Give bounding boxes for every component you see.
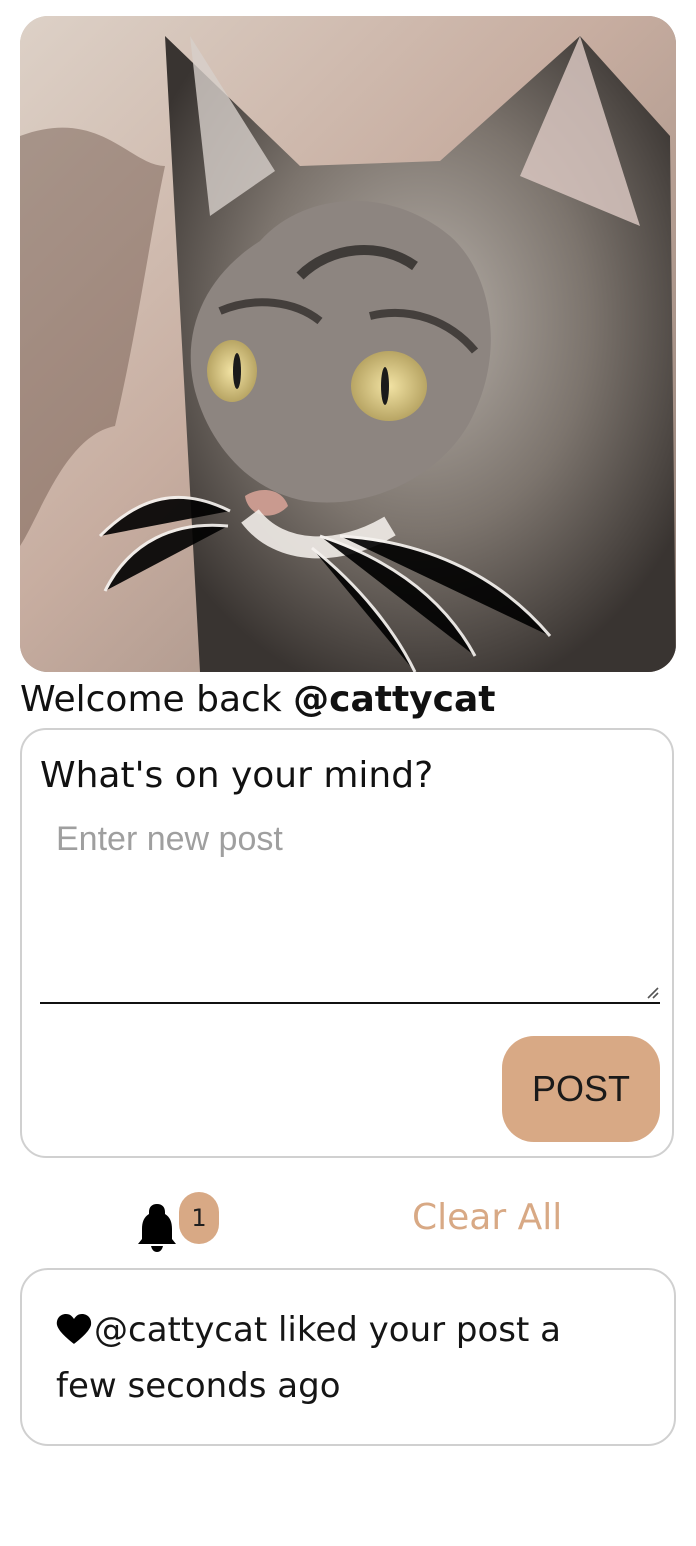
welcome-message: Welcome back @cattycat xyxy=(20,678,495,722)
notification-card: @cattycat liked your post a few seconds … xyxy=(20,1268,676,1446)
notification-text: @cattycat liked your post a few seconds … xyxy=(56,1310,561,1406)
composer-title: What's on your mind? xyxy=(40,755,434,796)
profile-image xyxy=(20,16,676,672)
notifications-toolbar: 1 Clear All xyxy=(0,1182,696,1262)
resize-handle-icon[interactable] xyxy=(644,984,660,1000)
heart-icon xyxy=(56,1314,92,1344)
welcome-username: @cattycat xyxy=(293,679,496,720)
post-composer: What's on your mind? POST xyxy=(20,728,674,1158)
bell-icon[interactable] xyxy=(134,1200,180,1254)
welcome-prefix: Welcome back xyxy=(20,679,294,720)
notification-item: @cattycat liked your post a few seconds … xyxy=(56,1302,616,1414)
post-button[interactable]: POST xyxy=(502,1036,660,1142)
new-post-textarea[interactable] xyxy=(40,810,660,1004)
clear-all-button[interactable]: Clear All xyxy=(412,1196,562,1240)
notification-count-badge: 1 xyxy=(179,1192,219,1244)
